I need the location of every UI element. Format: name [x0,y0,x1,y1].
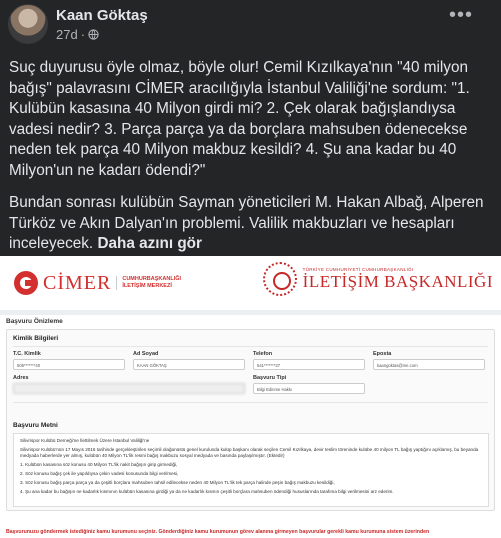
tc-field: 505*******40 [13,359,125,370]
seal-icon [262,262,297,296]
document-header: CİMER CUMHURBAŞKANLIĞI İLETİŞİM MERKEZİ … [0,256,501,310]
author-name[interactable]: Kaan Göktaş [56,7,148,24]
message-line: 1. Kulübün kasasına söz konusu 40 Milyon… [20,462,178,467]
divider [13,402,488,403]
see-less-link[interactable]: Daha azını gör [97,235,202,252]
email-label: Eposta [373,351,392,357]
tc-label: T.C. Kimlik [13,351,41,357]
post-meta: 27d · [56,27,99,42]
phone-label: Telefon [253,351,273,357]
identity-title: Kimlik Bilgileri [13,335,59,342]
address-field [13,383,245,394]
preview-title: Başvuru Önizleme [6,318,63,325]
divider [13,346,488,347]
post-header: Kaan Göktaş 27d · ••• [0,0,501,52]
message-line: 4. Şu ana kadar bu bağışın ne kadarlık k… [20,489,394,494]
cimer-logo: CİMER CUMHURBAŞKANLIĞI İLETİŞİM MERKEZİ [14,271,181,295]
message-line: 2. Söz konusu bağış çek ile yapıldıysa ç… [20,471,179,476]
post-paragraph-2: Bundan sonrası kulübün Sayman yöneticile… [9,194,484,252]
divider [0,310,501,315]
post-paragraph-1: Suç duyurusu öyle olmaz, böyle olur! Cem… [9,59,470,179]
name-label: Ad Soyad [133,351,159,357]
email-field: kaangoktas@me.com [373,359,485,370]
message-box: Silivrispor Kulübü Derneği'ne İlettilmek… [13,433,489,507]
iletisim-logo: TÜRKİYE CUMHURİYETİ CUMHURBAŞKANLIĞI İLE… [262,262,493,296]
identity-card: Kimlik Bilgileri T.C. Kimlik 505*******4… [6,329,495,511]
post-time[interactable]: 27d [56,27,78,42]
post-text: Suç duyurusu öyle olmaz, böyle olur! Cem… [9,58,495,267]
message-line: Silivrispor Kulübü'nün 17 Mayıs 2016 tar… [20,447,479,458]
address-label: Adres [13,375,29,381]
type-label: Başvuru Tipi [253,375,287,381]
message-title: Başvuru Metni [13,422,58,429]
name-field: KAAN GÖKTAŞ [133,359,245,370]
type-field: Bilgi Edinme Hakkı [253,383,365,394]
message-line: 3. Söz konusu bağış parça parça ya da çe… [20,480,335,485]
cimer-wordmark: CİMER [43,271,112,294]
phone-field: 541*******37 [253,359,365,370]
iletisim-big: İLETİŞİM BAŞKANLIĞI [302,271,493,291]
message-line: Silivrispor Kulübü Derneği'ne İlettilmek… [20,438,150,443]
attached-document[interactable]: CİMER CUMHURBAŞKANLIĞI İLETİŞİM MERKEZİ … [0,256,501,538]
ellipsis-icon[interactable]: ••• [449,5,473,25]
globe-icon [88,29,99,40]
cimer-mark-icon [14,271,38,295]
warning-text: Başvurunuzu göndermek istediğiniz kamu k… [6,529,430,535]
cimer-subtitle: CUMHURBAŞKANLIĞI İLETİŞİM MERKEZİ [116,276,181,290]
avatar[interactable] [8,4,48,44]
